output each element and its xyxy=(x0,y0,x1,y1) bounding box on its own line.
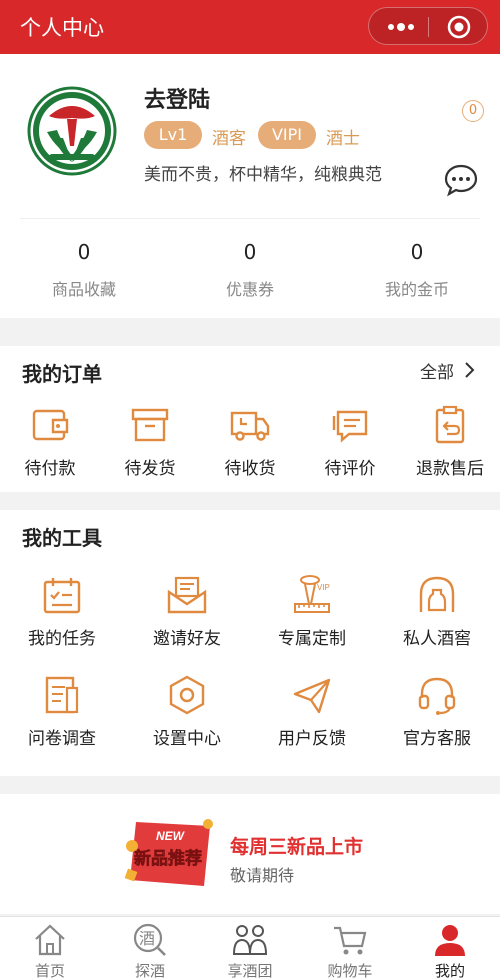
wine-cellar-icon xyxy=(419,576,455,612)
tab-label: 购物车 xyxy=(327,962,373,978)
stat-value: 0 xyxy=(77,240,91,264)
close-target-icon[interactable] xyxy=(446,14,472,40)
truck-icon xyxy=(230,411,270,441)
profile-card: 去登陆 Lv1 酒客 VIPI 酒士 美而不贵，杯中精华，纯粮典范 0 0 商品… xyxy=(0,54,500,318)
vip-title: 酒士 xyxy=(326,129,360,149)
message-icon[interactable] xyxy=(443,162,479,198)
user-icon xyxy=(435,925,465,956)
wallet-icon xyxy=(32,409,69,441)
vip-badge: VIPI xyxy=(258,121,316,149)
tab-mine[interactable]: 我的 xyxy=(400,917,500,978)
tool-label: 邀请好友 xyxy=(153,629,221,649)
order-label: 待评价 xyxy=(324,459,376,479)
stat-value: 0 xyxy=(243,240,257,264)
refund-icon xyxy=(435,405,465,444)
explore-wine-glyph: 酒 xyxy=(139,929,155,948)
page-title: 个人中心 xyxy=(20,16,104,40)
tool-label: 专属定制 xyxy=(278,629,346,649)
profile-divider xyxy=(20,218,480,219)
stat-coins[interactable]: 0 我的金币 xyxy=(347,240,487,300)
stat-label: 优惠券 xyxy=(225,280,274,299)
home-icon xyxy=(35,924,65,956)
svg-text:VIP: VIP xyxy=(317,583,330,592)
paper-plane-icon xyxy=(293,678,331,714)
banner-subtitle: 敬请期待 xyxy=(230,866,295,885)
group-icon xyxy=(232,925,268,955)
tab-wine-group[interactable]: 享酒团 xyxy=(200,917,300,978)
order-refund-aftersales[interactable]: 退款售后 xyxy=(400,404,500,479)
capsule-divider xyxy=(428,17,429,37)
tab-cart[interactable]: 购物车 xyxy=(300,917,400,978)
stat-value: 0 xyxy=(410,240,424,264)
explore-wine-icon: 酒 xyxy=(133,923,166,956)
tab-home[interactable]: 首页 xyxy=(0,917,100,978)
new-product-banner[interactable]: NEW 新品推荐 每周三新品上市 敬请期待 xyxy=(0,794,500,914)
banner-title: 每周三新品上市 xyxy=(230,836,364,858)
level-badge: Lv1 xyxy=(144,121,202,149)
orders-view-all-link[interactable]: 全部 xyxy=(420,358,454,383)
order-label: 待收货 xyxy=(224,459,276,479)
orders-section: 我的订单 全部 待付款 待发货 待收货 待评价 退款售后 xyxy=(0,346,500,492)
new-product-badge-icon: NEW 新品推荐 xyxy=(124,819,213,886)
tool-feedback[interactable]: 用户反馈 xyxy=(262,674,362,749)
order-label: 退款售后 xyxy=(416,459,484,479)
message-count-badge: 0 xyxy=(462,100,484,122)
chevron-right-icon[interactable] xyxy=(462,361,476,379)
tab-explore-wine[interactable]: 酒 探酒 xyxy=(100,917,200,978)
mini-program-capsule xyxy=(368,7,488,45)
tool-label: 用户反馈 xyxy=(278,729,346,749)
brand-logo-icon xyxy=(27,86,117,176)
level-title: 酒客 xyxy=(212,129,246,149)
header-bar: 个人中心 xyxy=(0,0,500,54)
order-label: 待发货 xyxy=(124,459,176,479)
tool-label: 官方客服 xyxy=(403,729,471,749)
orders-title: 我的订单 xyxy=(22,362,102,386)
tool-label: 设置中心 xyxy=(153,729,221,749)
tool-settings[interactable]: 设置中心 xyxy=(137,674,237,749)
tool-my-tasks[interactable]: 我的任务 xyxy=(12,574,112,649)
tab-label: 首页 xyxy=(34,962,65,978)
stat-label: 商品收藏 xyxy=(51,280,116,299)
order-pending-receipt[interactable]: 待收货 xyxy=(200,404,300,479)
tool-wine-cellar[interactable]: 私人酒窖 xyxy=(387,574,487,649)
vip-custom-icon: VIP xyxy=(294,575,330,613)
order-pending-shipment[interactable]: 待发货 xyxy=(100,404,200,479)
badge-main-text: 新品推荐 xyxy=(134,848,202,869)
survey-icon xyxy=(45,676,79,714)
tool-custom-made[interactable]: VIP 专属定制 xyxy=(262,574,362,649)
badge-new-text: NEW xyxy=(156,829,186,843)
tools-title: 我的工具 xyxy=(22,526,102,550)
settings-icon xyxy=(169,675,205,715)
comment-icon xyxy=(332,410,368,443)
box-icon xyxy=(131,408,169,442)
tool-label: 私人酒窖 xyxy=(403,629,471,649)
tool-survey[interactable]: 问卷调查 xyxy=(12,674,112,749)
headset-icon xyxy=(418,677,456,715)
order-pending-review[interactable]: 待评价 xyxy=(300,404,400,479)
tab-label: 探酒 xyxy=(134,962,165,978)
cart-icon xyxy=(334,926,367,955)
stat-favorites[interactable]: 0 商品收藏 xyxy=(14,240,154,300)
stat-label: 我的金币 xyxy=(384,280,449,299)
login-prompt[interactable]: 去登陆 xyxy=(144,82,210,114)
bottom-tab-bar: 首页 酒 探酒 享酒团 购物车 我的 xyxy=(0,916,500,978)
tool-invite-friends[interactable]: 邀请好友 xyxy=(137,574,237,649)
tool-label: 我的任务 xyxy=(28,629,96,649)
tool-customer-service[interactable]: 官方客服 xyxy=(387,674,487,749)
tool-label: 问卷调查 xyxy=(28,729,96,749)
invite-envelope-icon xyxy=(167,576,207,614)
order-pending-payment[interactable]: 待付款 xyxy=(0,404,100,479)
tools-section: 我的工具 我的任务 邀请好友 VIP 专属定制 私人酒窖 问卷调查 设置中心 用… xyxy=(0,510,500,776)
more-options-icon[interactable] xyxy=(381,14,421,40)
tab-label: 享酒团 xyxy=(227,962,273,978)
calendar-task-icon xyxy=(43,578,81,614)
tab-label: 我的 xyxy=(434,962,465,978)
stat-coupons[interactable]: 0 优惠券 xyxy=(180,240,320,300)
order-label: 待付款 xyxy=(24,459,76,479)
profile-slogan: 美而不贵，杯中精华，纯粮典范 xyxy=(144,165,382,185)
